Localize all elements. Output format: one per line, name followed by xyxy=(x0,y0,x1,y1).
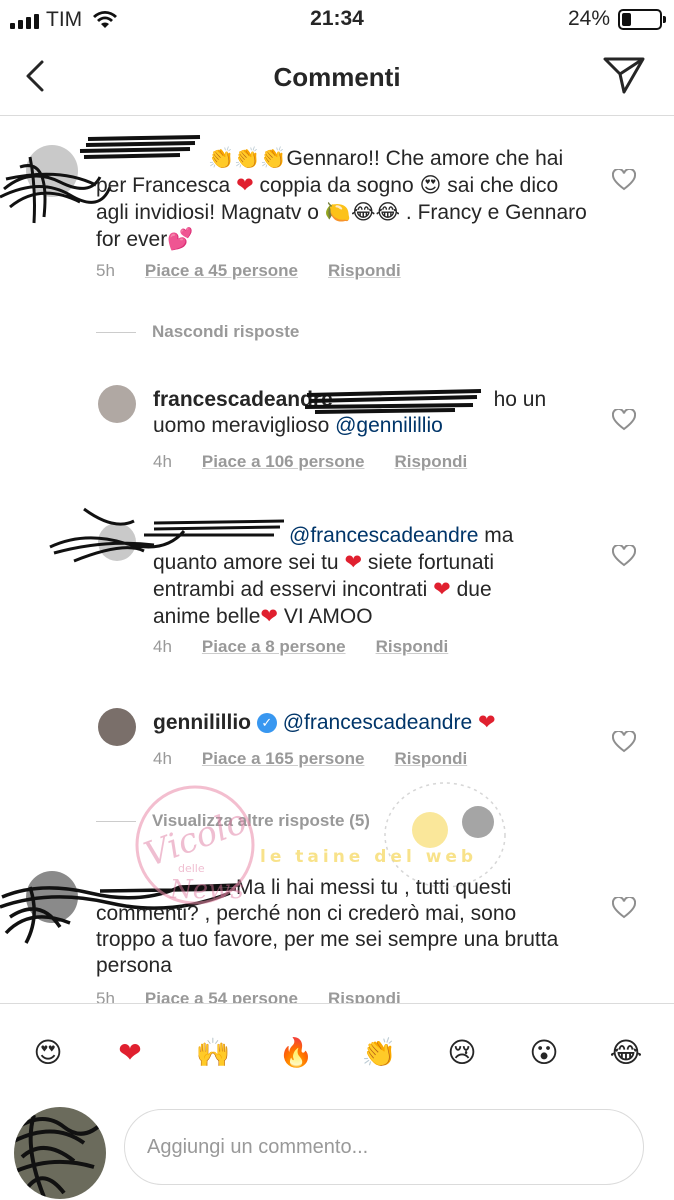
redaction-scribble xyxy=(305,389,482,414)
comment-text: 👏👏👏Gennaro!! Che amore che hai per Franc… xyxy=(96,146,587,251)
reply-button[interactable]: Rispondi xyxy=(328,989,401,1003)
reply-button[interactable]: Rispondi xyxy=(394,452,467,472)
likes-link[interactable]: Piace a 45 persone xyxy=(145,261,298,281)
mention-link[interactable]: @gennilillio xyxy=(335,414,443,437)
comment-meta: 5h Piace a 54 persone Rispondi xyxy=(96,989,401,1003)
heart-eyes-emoji: 😍 xyxy=(419,173,442,197)
verified-badge-icon: ✓ xyxy=(256,713,277,734)
reply-item: @francescadeandre ma quanto amore sei tu… xyxy=(0,507,674,667)
likes-link[interactable]: Piace a 106 persone xyxy=(202,452,365,472)
clap-emoji-row: 👏👏👏 xyxy=(208,146,287,170)
hide-replies-button[interactable]: Nascondi risposte xyxy=(96,322,299,342)
mention-link[interactable]: @francescadeandre xyxy=(283,711,472,734)
lemon-laugh-emojis: 🍋😂😂 xyxy=(324,200,401,224)
comment-meta: 5h Piace a 45 persone Rispondi xyxy=(96,261,401,281)
redaction-scribble xyxy=(14,1114,106,1198)
comment-time: 5h xyxy=(96,261,115,280)
fire-emoji-button[interactable]: 🔥 xyxy=(274,1030,318,1074)
comment-list: 👏👏👏Gennaro!! Che amore che hai per Franc… xyxy=(0,117,674,1003)
surprised-face-emoji-button[interactable]: 😮 xyxy=(522,1030,566,1074)
view-more-replies-button[interactable]: Visualizza altre risposte (5) xyxy=(96,811,370,831)
comment-item: Ma li hai messi tu , tutti questi commen… xyxy=(0,867,674,1003)
battery-icon xyxy=(618,8,666,30)
like-heart-icon[interactable] xyxy=(612,545,636,567)
status-bar: TIM 21:34 24% xyxy=(0,0,674,38)
likes-link[interactable]: Piace a 8 persone xyxy=(202,637,346,657)
quick-emoji-bar: 😍 ❤ 🙌 🔥 👏 😢 😮 😂 xyxy=(0,1003,674,1097)
tears-of-joy-emoji-button[interactable]: 😂 xyxy=(604,1030,648,1074)
avatar[interactable] xyxy=(98,385,136,423)
comment-composer: Aggiungi un commento... xyxy=(0,1097,674,1200)
like-heart-icon[interactable] xyxy=(612,731,636,753)
reply-button[interactable]: Rispondi xyxy=(328,261,401,281)
two-hearts-emoji: 💕 xyxy=(167,227,194,251)
page-title: Commenti xyxy=(273,62,401,92)
comment-meta: 4h Piace a 106 persone Rispondi xyxy=(153,452,468,472)
reply-item: gennilillio ✓ @francescadeandre ❤ 4h Pia… xyxy=(0,705,674,785)
comment-text: Ma li hai messi tu , tutti questi commen… xyxy=(96,876,559,977)
username[interactable]: gennilillio xyxy=(153,711,251,734)
crying-face-emoji-button[interactable]: 😢 xyxy=(440,1030,484,1074)
direct-send-icon[interactable] xyxy=(602,54,646,96)
reply-button[interactable]: Rispondi xyxy=(394,749,467,769)
like-heart-icon[interactable] xyxy=(612,897,636,919)
comment-meta: 4h Piace a 165 persone Rispondi xyxy=(153,749,468,769)
comment-item: 👏👏👏Gennaro!! Che amore che hai per Franc… xyxy=(0,117,674,297)
red-heart-emoji: ❤ xyxy=(236,173,254,197)
comment-input[interactable]: Aggiungi un commento... xyxy=(124,1109,644,1185)
header: Commenti xyxy=(0,38,674,116)
red-heart-emoji-button[interactable]: ❤ xyxy=(108,1030,152,1074)
raised-hands-emoji-button[interactable]: 🙌 xyxy=(191,1030,235,1074)
avatar[interactable] xyxy=(98,708,136,746)
clapping-hands-emoji-button[interactable]: 👏 xyxy=(357,1030,401,1074)
comment-text: gennilillio ✓ @francescadeandre ❤ xyxy=(153,710,496,734)
heart-eyes-emoji-button[interactable]: 😍 xyxy=(26,1030,70,1074)
likes-link[interactable]: Piace a 165 persone xyxy=(202,749,365,769)
like-heart-icon[interactable] xyxy=(612,169,636,191)
battery-percent: 24% xyxy=(567,7,610,30)
like-heart-icon[interactable] xyxy=(612,409,636,431)
reply-button[interactable]: Rispondi xyxy=(376,637,449,657)
comment-input-placeholder: Aggiungi un commento... xyxy=(147,1135,369,1158)
mention-link[interactable]: @francescadeandre xyxy=(289,524,478,547)
comment-meta: 4h Piace a 8 persone Rispondi xyxy=(153,637,449,657)
my-avatar xyxy=(14,1107,106,1199)
reply-item: francescadeandre ho un uomo meraviglioso… xyxy=(0,377,674,477)
comment-text: @francescadeandre ma quanto amore sei tu… xyxy=(153,524,514,628)
likes-link[interactable]: Piace a 54 persone xyxy=(145,989,298,1003)
